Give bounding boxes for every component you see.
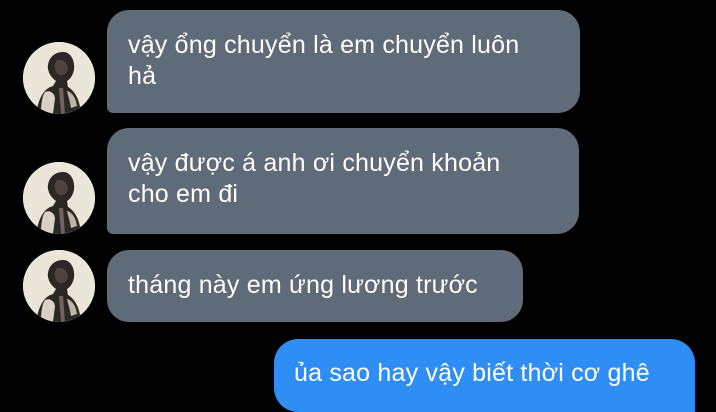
outgoing-message-bubble[interactable]: ủa sao hay vậy biết thời cơ ghê (274, 339, 695, 412)
message-text-line: cho em đi (128, 180, 239, 208)
message-text-line: hả (128, 62, 157, 90)
incoming-message-bubble[interactable]: vậy được á anh ơi chuyển khoản cho em đi (107, 128, 579, 234)
avatar-photo-icon (23, 162, 95, 234)
avatar-photo-icon (23, 250, 95, 322)
message-text-line: vậy được á anh ơi chuyển khoản (128, 149, 501, 177)
message-text-line: vậy ổng chuyển là em chuyển luôn (128, 31, 520, 59)
message-text-line: tháng này em ứng lương trước (128, 271, 478, 299)
incoming-message-bubble[interactable]: vậy ổng chuyển là em chuyển luôn hả (107, 10, 580, 113)
sender-avatar[interactable] (23, 250, 95, 322)
message-text-line: ủa sao hay vậy biết thời cơ ghê (294, 359, 650, 387)
incoming-message-bubble[interactable]: tháng này em ứng lương trước (107, 250, 523, 322)
sender-avatar[interactable] (23, 162, 95, 234)
avatar-photo-icon (23, 42, 95, 114)
sender-avatar[interactable] (23, 42, 95, 114)
